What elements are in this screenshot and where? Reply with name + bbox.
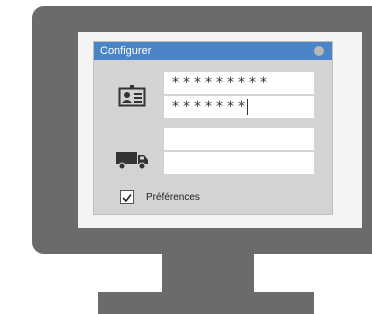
truck-icon xyxy=(116,152,148,170)
window-control-dot[interactable] xyxy=(314,46,324,56)
username-field[interactable]: ********* xyxy=(164,72,314,94)
checkmark-icon xyxy=(122,194,132,203)
delivery-field-2[interactable] xyxy=(164,152,314,174)
text-caret xyxy=(247,99,248,115)
preferences-label: Préférences xyxy=(146,192,200,203)
dialog-titlebar: Configurer xyxy=(94,42,332,60)
id-card-icon xyxy=(118,85,146,107)
delivery-field-1[interactable] xyxy=(164,128,314,150)
password-field[interactable]: ******* xyxy=(164,96,314,118)
preferences-checkbox[interactable] xyxy=(120,190,134,204)
password-value: ******* xyxy=(172,99,249,115)
monitor-base xyxy=(98,292,314,314)
dialog-title: Configurer xyxy=(100,45,152,57)
configurer-dialog: Configurer ********* ******* Préférences xyxy=(94,42,332,214)
username-value: ********* xyxy=(172,75,271,91)
monitor-neck xyxy=(162,254,254,292)
monitor-illustration: Configurer ********* ******* Préférences xyxy=(0,0,372,314)
